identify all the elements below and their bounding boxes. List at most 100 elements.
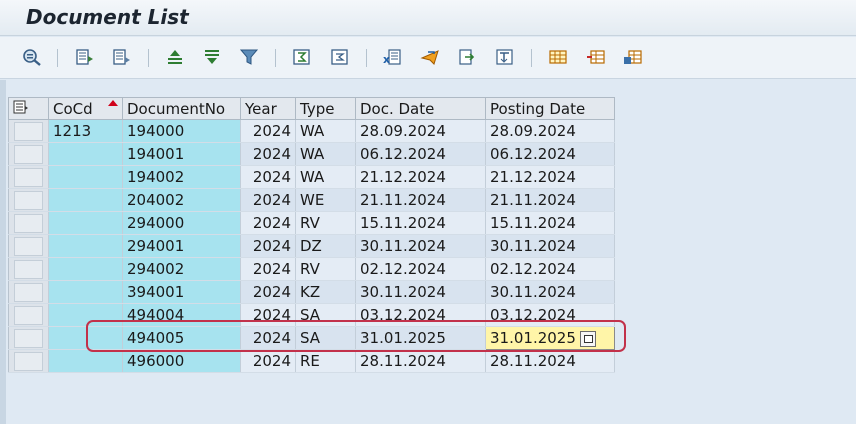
cell-type[interactable]: DZ bbox=[295, 234, 356, 258]
table-row[interactable]: 294002 2024 RV 02.12.2024 02.12.2024 bbox=[8, 257, 615, 281]
total-icon[interactable] bbox=[290, 46, 314, 68]
cell-year[interactable]: 2024 bbox=[240, 303, 296, 327]
cell-type[interactable]: WA bbox=[295, 142, 356, 166]
cell-documentno[interactable]: 294000 bbox=[122, 211, 241, 235]
cell-doc-date[interactable]: 02.12.2024 bbox=[355, 257, 486, 281]
cell-documentno[interactable]: 194002 bbox=[122, 165, 241, 189]
change-layout-icon[interactable] bbox=[546, 46, 570, 68]
table-row[interactable]: 194002 2024 WA 21.12.2024 21.12.2024 bbox=[8, 165, 615, 189]
table-row[interactable]: 294001 2024 DZ 30.11.2024 30.11.2024 bbox=[8, 234, 615, 258]
table-row[interactable]: 496000 2024 RE 28.11.2024 28.11.2024 bbox=[8, 349, 615, 373]
row-selector[interactable] bbox=[8, 257, 49, 281]
cell-type[interactable]: RV bbox=[295, 257, 356, 281]
cell-year[interactable]: 2024 bbox=[240, 257, 296, 281]
export-spreadsheet-icon[interactable]: x bbox=[380, 46, 404, 68]
row-selector[interactable] bbox=[8, 280, 49, 304]
row-selector[interactable] bbox=[8, 188, 49, 212]
cell-cocd[interactable] bbox=[48, 280, 123, 304]
sort-ascending-icon[interactable] bbox=[163, 46, 187, 68]
row-selector[interactable] bbox=[8, 326, 49, 350]
cell-type[interactable]: RV bbox=[295, 211, 356, 235]
cell-documentno[interactable]: 494004 bbox=[122, 303, 241, 327]
cell-cocd[interactable] bbox=[48, 326, 123, 350]
cell-doc-date[interactable]: 06.12.2024 bbox=[355, 142, 486, 166]
cell-type[interactable]: RE bbox=[295, 349, 356, 373]
value-help-icon[interactable] bbox=[579, 330, 596, 347]
cell-documentno[interactable]: 494005 bbox=[122, 326, 241, 350]
cell-year[interactable]: 2024 bbox=[240, 119, 296, 143]
cell-year[interactable]: 2024 bbox=[240, 211, 296, 235]
cell-year[interactable]: 2024 bbox=[240, 234, 296, 258]
cell-doc-date[interactable]: 28.11.2024 bbox=[355, 349, 486, 373]
cell-cocd[interactable] bbox=[48, 349, 123, 373]
cell-cocd[interactable]: 1213 bbox=[48, 119, 123, 143]
table-row[interactable]: 1213 194000 2024 WA 28.09.2024 28.09.2024 bbox=[8, 119, 615, 143]
cell-posting-date[interactable]: 03.12.2024 bbox=[485, 303, 615, 327]
cell-type[interactable]: WE bbox=[295, 188, 356, 212]
cell-posting-date[interactable]: 21.12.2024 bbox=[485, 165, 615, 189]
cell-cocd[interactable] bbox=[48, 303, 123, 327]
print-preview-icon[interactable] bbox=[455, 46, 479, 68]
cell-year[interactable]: 2024 bbox=[240, 280, 296, 304]
cell-cocd[interactable] bbox=[48, 142, 123, 166]
table-row[interactable]: 494004 2024 SA 03.12.2024 03.12.2024 bbox=[8, 303, 615, 327]
sort-descending-icon[interactable] bbox=[200, 46, 224, 68]
row-selector[interactable] bbox=[8, 303, 49, 327]
cell-posting-date[interactable]: 28.11.2024 bbox=[485, 349, 615, 373]
table-row[interactable]: 204002 2024 WE 21.11.2024 21.11.2024 bbox=[8, 188, 615, 212]
cell-type[interactable]: SA bbox=[295, 326, 356, 350]
cell-type[interactable]: WA bbox=[295, 119, 356, 143]
save-layout-icon[interactable] bbox=[621, 46, 645, 68]
cell-documentno[interactable]: 194000 bbox=[122, 119, 241, 143]
cell-posting-date[interactable]: 15.11.2024 bbox=[485, 211, 615, 235]
table-row[interactable]: 294000 2024 RV 15.11.2024 15.11.2024 bbox=[8, 211, 615, 235]
cell-cocd[interactable] bbox=[48, 165, 123, 189]
details-icon[interactable] bbox=[20, 46, 44, 68]
column-header-year[interactable]: Year bbox=[240, 97, 296, 120]
cell-documentno[interactable]: 294001 bbox=[122, 234, 241, 258]
cell-doc-date[interactable]: 21.11.2024 bbox=[355, 188, 486, 212]
row-selector[interactable] bbox=[8, 142, 49, 166]
cell-documentno[interactable]: 194001 bbox=[122, 142, 241, 166]
select-layout-icon[interactable] bbox=[110, 46, 134, 68]
column-header-type[interactable]: Type bbox=[295, 97, 356, 120]
cell-type[interactable]: KZ bbox=[295, 280, 356, 304]
cell-doc-date[interactable]: 28.09.2024 bbox=[355, 119, 486, 143]
cell-type[interactable]: SA bbox=[295, 303, 356, 327]
cell-cocd[interactable] bbox=[48, 234, 123, 258]
cell-year[interactable]: 2024 bbox=[240, 188, 296, 212]
row-selector[interactable] bbox=[8, 349, 49, 373]
cell-type[interactable]: WA bbox=[295, 165, 356, 189]
column-header-cocd[interactable]: CoCd bbox=[48, 97, 123, 120]
row-selector[interactable] bbox=[8, 211, 49, 235]
table-row[interactable]: 194001 2024 WA 06.12.2024 06.12.2024 bbox=[8, 142, 615, 166]
cell-doc-date[interactable]: 30.11.2024 bbox=[355, 234, 486, 258]
column-header-doc-date[interactable]: Doc. Date bbox=[355, 97, 486, 120]
column-header-posting-date[interactable]: Posting Date bbox=[485, 97, 615, 120]
table-row[interactable]: 494005 2024 SA 31.01.2025 31.01.2025 bbox=[8, 326, 615, 350]
cell-documentno[interactable]: 294002 bbox=[122, 257, 241, 281]
cell-year[interactable]: 2024 bbox=[240, 326, 296, 350]
cell-doc-date[interactable]: 30.11.2024 bbox=[355, 280, 486, 304]
cell-doc-date[interactable]: 15.11.2024 bbox=[355, 211, 486, 235]
cell-posting-date[interactable]: 02.12.2024 bbox=[485, 257, 615, 281]
filter-icon[interactable] bbox=[237, 46, 261, 68]
row-selector[interactable] bbox=[8, 165, 49, 189]
choose-layout-icon[interactable] bbox=[73, 46, 97, 68]
cell-posting-date[interactable]: 30.11.2024 bbox=[485, 280, 615, 304]
cell-year[interactable]: 2024 bbox=[240, 349, 296, 373]
subtotal-icon[interactable] bbox=[328, 46, 352, 68]
cell-documentno[interactable]: 204002 bbox=[122, 188, 241, 212]
cell-cocd[interactable] bbox=[48, 257, 123, 281]
cell-posting-date[interactable]: 31.01.2025 bbox=[485, 326, 615, 350]
cell-documentno[interactable]: 394001 bbox=[122, 280, 241, 304]
cell-posting-date[interactable]: 06.12.2024 bbox=[485, 142, 615, 166]
cell-doc-date[interactable]: 21.12.2024 bbox=[355, 165, 486, 189]
cell-cocd[interactable] bbox=[48, 188, 123, 212]
table-row[interactable]: 394001 2024 KZ 30.11.2024 30.11.2024 bbox=[8, 280, 615, 304]
row-selector[interactable] bbox=[8, 119, 49, 143]
select-columns-icon[interactable] bbox=[584, 46, 608, 68]
cell-posting-date[interactable]: 21.11.2024 bbox=[485, 188, 615, 212]
cell-doc-date[interactable]: 31.01.2025 bbox=[355, 326, 486, 350]
cell-cocd[interactable] bbox=[48, 211, 123, 235]
